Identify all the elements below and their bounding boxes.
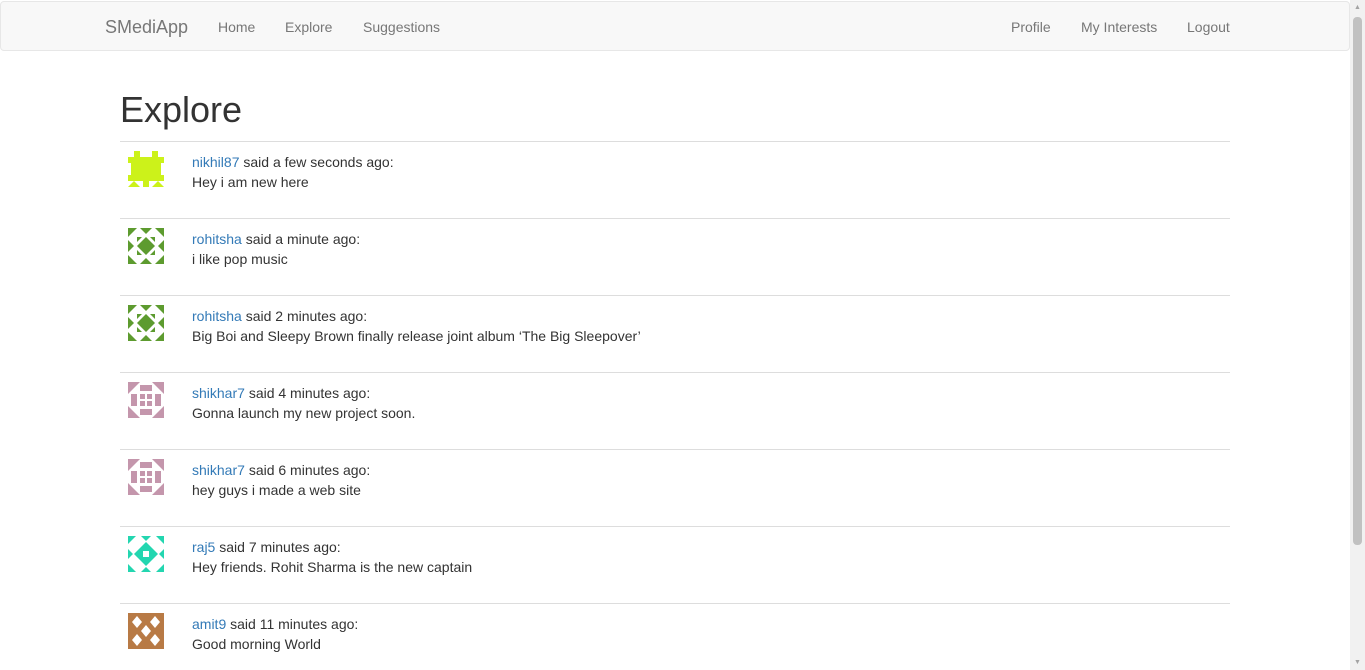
avatar[interactable] [128,151,164,187]
post-item: shikhar7 said 6 minutes ago: hey guys i m… [120,449,1230,526]
scroll-up-arrow-icon[interactable]: ▲ [1350,0,1365,15]
nav-my-interests[interactable]: My Interests [1081,17,1157,37]
post-message: Good morning World [192,636,321,652]
post-body: shikhar7 said 6 minutes ago: hey guys i m… [192,460,370,500]
post-message: Gonna launch my new project soon. [192,405,416,421]
post-username-link[interactable]: rohitsha [192,231,242,247]
post-message: Big Boi and Sleepy Brown finally release… [192,328,641,344]
post-username-link[interactable]: shikhar7 [192,385,245,401]
post-timestamp: said a minute ago: [245,231,361,247]
identicon-icon [128,613,164,649]
nav-profile[interactable]: Profile [1011,17,1051,37]
post-timestamp: said 11 minutes ago: [230,616,359,632]
post-message: i like pop music [192,251,288,267]
identicon-icon [128,382,164,418]
avatar[interactable] [128,228,164,264]
post-username-link[interactable]: rohitsha [192,308,242,324]
post-item: shikhar7 said 4 minutes ago: Gonna launch… [120,372,1230,449]
scrollbar-thumb[interactable] [1353,17,1362,545]
identicon-icon [128,151,164,187]
post-item: rohitsha said 2 minutes ago: Big Boi and … [120,295,1230,372]
post-body: rohitsha said 2 minutes ago: Big Boi and … [192,306,641,346]
nav-explore[interactable]: Explore [285,17,332,37]
post-header: rohitsha said a minute ago: [192,229,360,249]
nav-suggestions[interactable]: Suggestions [363,17,440,37]
post-item: raj5 said 7 minutes ago: Hey friends. Roh… [120,526,1230,603]
post-message: Hey friends. Rohit Sharma is the new cap… [192,559,473,575]
identicon-icon [128,305,164,341]
brand-link[interactable]: SMediApp [105,17,188,37]
vertical-scrollbar[interactable]: ▲ ▼ [1350,0,1365,670]
post-timestamp: said 7 minutes ago: [219,539,341,555]
page-title: Explore [120,89,243,130]
avatar[interactable] [128,382,164,418]
top-navbar: SMediApp Home Explore Suggestions Profil… [0,1,1350,51]
post-body: nikhil87 said a few seconds ago: Hey i am… [192,152,394,192]
identicon-icon [128,459,164,495]
avatar[interactable] [128,459,164,495]
post-timestamp: said a few seconds ago: [243,154,394,170]
identicon-icon [128,536,164,572]
nav-logout[interactable]: Logout [1187,17,1230,37]
avatar[interactable] [128,305,164,341]
post-item: rohitsha said a minute ago: i like pop mu… [120,218,1230,295]
post-header: raj5 said 7 minutes ago: [192,537,472,557]
post-body: rohitsha said a minute ago: i like pop mu… [192,229,360,269]
post-body: raj5 said 7 minutes ago: Hey friends. Roh… [192,537,472,577]
post-timestamp: said 2 minutes ago: [245,308,368,324]
post-header: shikhar7 said 6 minutes ago: [192,460,370,480]
app-window: SMediApp Home Explore Suggestions Profil… [0,0,1365,670]
post-body: amit9 said 11 minutes ago: Good morning W… [192,614,358,654]
post-header: amit9 said 11 minutes ago: [192,614,358,634]
post-header: shikhar7 said 4 minutes ago: [192,383,415,403]
post-item: amit9 said 11 minutes ago: Good morning W… [120,603,1230,670]
post-message: Hey i am new here [192,174,309,190]
avatar[interactable] [128,536,164,572]
post-message: hey guys i made a web site [192,482,361,498]
post-item: nikhil87 said a few seconds ago: Hey i am… [120,141,1230,218]
post-username-link[interactable]: shikhar7 [192,462,245,478]
identicon-icon [128,228,164,264]
post-username-link[interactable]: nikhil87 [192,154,239,170]
scroll-down-arrow-icon[interactable]: ▼ [1350,655,1365,670]
post-username-link[interactable]: amit9 [192,616,226,632]
avatar[interactable] [128,613,164,649]
post-timestamp: said 6 minutes ago: [248,462,371,478]
post-feed: nikhil87 said a few seconds ago: Hey i am… [120,141,1230,670]
post-timestamp: said 4 minutes ago: [248,385,371,401]
post-header: nikhil87 said a few seconds ago: [192,152,394,172]
post-body: shikhar7 said 4 minutes ago: Gonna launch… [192,383,415,423]
post-header: rohitsha said 2 minutes ago: [192,306,641,326]
post-username-link[interactable]: raj5 [192,539,215,555]
nav-home[interactable]: Home [218,17,255,37]
